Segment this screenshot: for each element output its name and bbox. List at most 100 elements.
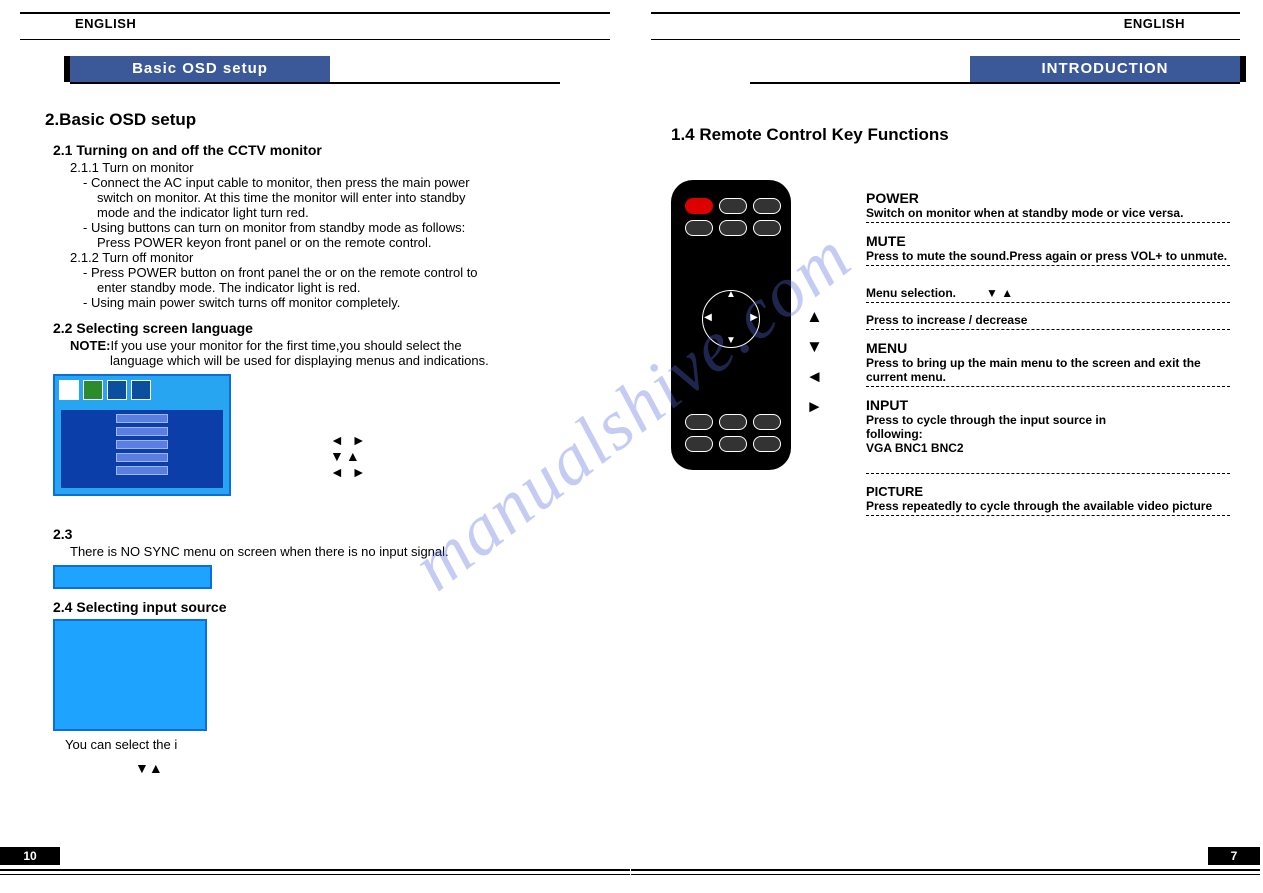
osd-row: [116, 453, 168, 462]
language-label: ENGLISH: [1124, 16, 1185, 31]
desc-text: Press to mute the sound.Press again or p…: [866, 249, 1230, 263]
bullet-cont: switch on monitor. At this time the moni…: [97, 190, 600, 205]
language-label: ENGLISH: [75, 16, 136, 31]
desc-picture: PICTURE Press repeatedly to cycle throug…: [866, 484, 1230, 516]
osd-tab-row: [55, 376, 229, 412]
desc-power: POWER Switch on monitor when at standby …: [866, 190, 1230, 223]
step-2-1-1: 2.1.1 Turn on monitor: [70, 160, 600, 175]
tab-underline: [750, 82, 1240, 84]
bullet: - Using main power switch turns off moni…: [83, 295, 600, 310]
remote-btn-icon: [753, 220, 781, 236]
desc-text: Press to bring up the main menu to the s…: [866, 356, 1230, 384]
page-number: 7: [1208, 847, 1260, 865]
page-number: 10: [0, 847, 60, 865]
up-arrow-icon: ▲: [724, 289, 738, 303]
bullet: - Connect the AC input cable to monitor,…: [83, 175, 600, 190]
heading-2-1: 2.1 Turning on and off the CCTV monitor: [53, 142, 600, 158]
desc-mute: MUTE Press to mute the sound.Press again…: [866, 233, 1230, 266]
right-arrow-icon: ►: [806, 392, 823, 422]
desc-text: following:: [866, 427, 1230, 441]
separator-dashed: [866, 473, 1230, 474]
footer-rule: [631, 869, 1260, 871]
content-left: 2.Basic OSD setup 2.1 Turning on and off…: [45, 110, 600, 776]
input-screenshot: [53, 619, 207, 731]
bullet-cont: Press POWER keyon front panel or on the …: [97, 235, 600, 250]
remote-btn-icon: [685, 414, 713, 430]
bullet: - Press POWER button on front panel the …: [83, 265, 600, 280]
down-arrow-icon: ▼: [806, 332, 823, 362]
section-tab: Basic OSD setup: [70, 56, 330, 82]
heading-1-4: 1.4 Remote Control Key Functions: [671, 125, 949, 145]
power-btn-icon: [685, 198, 713, 214]
header-rule-bottom: [651, 39, 1240, 40]
arrows-lr-icon: ◄ ►: [330, 432, 368, 448]
desc-input: INPUT Press to cycle through the input s…: [866, 397, 1230, 474]
nav-arrows-cluster: ◄ ► ▼▲ ◄ ►: [330, 432, 368, 480]
dpad-icon: ▲ ▼ ◀ ▶: [702, 290, 760, 348]
separator-dashed: [866, 329, 1230, 330]
desc-title: INPUT: [866, 397, 1230, 413]
osd-tab-icon: [59, 380, 79, 400]
desc-menu-select: Menu selection. ▼ ▲: [866, 286, 1230, 303]
footer-rule2: [631, 874, 1260, 875]
osd-menu-body: [61, 410, 223, 488]
osd-tab-icon: [107, 380, 127, 400]
remote-btn-icon: [719, 436, 747, 452]
note-text-cont: language which will be used for displayi…: [110, 353, 600, 368]
header-rule-bottom: [20, 39, 610, 40]
arrows-ud-icon: ▼▲: [330, 448, 368, 464]
remote-btn-icon: [719, 198, 747, 214]
arrows-icon: ▼ ▲: [986, 286, 1013, 300]
remote-btn-icon: [753, 414, 781, 430]
remote-btn-icon: [719, 414, 747, 430]
down-arrow-icon: ▼: [724, 335, 738, 349]
arrows-icon: ▼▲: [135, 760, 600, 776]
heading-2-3: 2.3: [53, 526, 600, 542]
osd-tab-icon: [83, 380, 103, 400]
section-tab: INTRODUCTION: [970, 56, 1240, 82]
separator-dashed: [866, 265, 1230, 266]
desc-title: PICTURE: [866, 484, 1230, 499]
bullet: - Using buttons can turn on monitor from…: [83, 220, 600, 235]
remote-btn-icon: [753, 436, 781, 452]
remote-image: ▲ ▼ ◀ ▶: [671, 180, 791, 470]
arrows-lr-icon: ◄ ►: [330, 464, 368, 480]
remote-btn-icon: [719, 220, 747, 236]
nosync-screenshot: [53, 565, 212, 589]
manual-spread: ENGLISH Basic OSD setup 2.Basic OSD setu…: [0, 0, 1263, 893]
osd-row: [116, 440, 168, 449]
desc-text: Press to increase / decrease: [866, 313, 1230, 327]
note-line: NOTE:If you use your monitor for the fir…: [70, 338, 600, 353]
osd-row: [116, 466, 168, 475]
remote-btn-icon: [753, 198, 781, 214]
separator-dashed: [866, 302, 1230, 303]
desc-text: VGA BNC1 BNC2: [866, 441, 1230, 455]
left-arrow-icon: ◀: [701, 312, 715, 326]
desc-title: MUTE: [866, 233, 1230, 249]
footer-rule: [0, 869, 630, 871]
heading-2-2: 2.2 Selecting screen language: [53, 320, 600, 336]
desc-title: POWER: [866, 190, 1230, 206]
remote-body: ▲ ▼ ◀ ▶: [671, 180, 791, 470]
desc-text: Switch on monitor when at standby mode o…: [866, 206, 1230, 220]
up-arrow-icon: ▲: [806, 302, 823, 332]
desc-title: MENU: [866, 340, 1230, 356]
desc-menu: MENU Press to bring up the main menu to …: [866, 340, 1230, 387]
osd-tab-icon: [131, 380, 151, 400]
note-text: If you use your monitor for the first ti…: [110, 338, 461, 353]
desc-increase-decrease: Press to increase / decrease: [866, 313, 1230, 330]
right-arrow-icon: ▶: [747, 312, 761, 326]
text-2-4-tail: You can select the i: [65, 737, 600, 752]
footer-rule2: [0, 874, 630, 875]
arrow-key-column: ▲ ▼ ◄ ►: [806, 302, 823, 422]
separator-dashed: [866, 515, 1230, 516]
heading-2-4: 2.4 Selecting input source: [53, 599, 600, 615]
note-label: NOTE:: [70, 338, 110, 353]
tab-underline: [70, 82, 560, 84]
osd-screenshot: [53, 374, 231, 496]
desc-text: Menu selection.: [866, 286, 956, 300]
separator-dashed: [866, 222, 1230, 223]
header-rule-top: [651, 12, 1240, 14]
remote-btn-icon: [685, 220, 713, 236]
page-left: ENGLISH Basic OSD setup 2.Basic OSD setu…: [0, 0, 630, 893]
